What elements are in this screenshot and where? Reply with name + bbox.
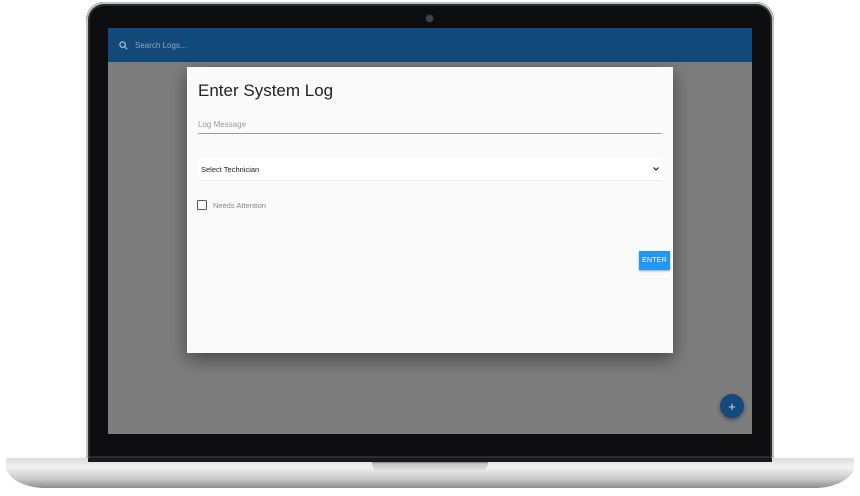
plus-icon: + bbox=[728, 398, 736, 414]
enter-button[interactable]: ENTER bbox=[639, 251, 670, 270]
webcam bbox=[426, 15, 433, 22]
top-app-bar bbox=[108, 28, 752, 62]
needs-attention-row: Needs Attention bbox=[197, 200, 266, 210]
technician-select[interactable]: Select Technician bbox=[198, 158, 662, 180]
chevron-down-icon bbox=[653, 167, 659, 171]
search-input[interactable] bbox=[135, 40, 335, 50]
app-screen: Enter System Log Select Technician Needs… bbox=[108, 28, 752, 434]
needs-attention-label: Needs Attention bbox=[213, 200, 266, 210]
laptop-notch bbox=[372, 462, 488, 472]
enter-log-dialog: Enter System Log Select Technician Needs… bbox=[187, 67, 673, 353]
needs-attention-checkbox[interactable] bbox=[197, 200, 207, 210]
dialog-title: Enter System Log bbox=[198, 81, 334, 100]
search-icon[interactable] bbox=[112, 28, 134, 62]
log-message-input[interactable] bbox=[198, 115, 662, 134]
technician-select-value: Select Technician bbox=[201, 164, 260, 174]
add-log-button[interactable]: + bbox=[720, 394, 744, 418]
